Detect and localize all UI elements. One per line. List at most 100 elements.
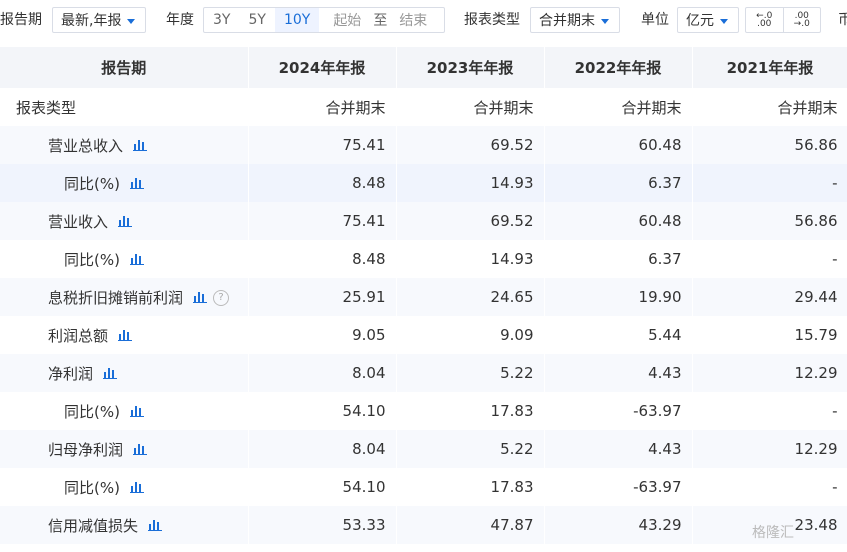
value-cell: 6.37 xyxy=(544,164,693,202)
period-select[interactable]: 最新,年报 xyxy=(52,7,146,33)
decrease-decimal-button[interactable]: ←.0.00 xyxy=(746,8,783,32)
table-row: 同比(%) 8.48 14.93 6.37- xyxy=(0,240,847,278)
increase-decimal-icon-bottom: →.0 xyxy=(793,19,810,29)
row-label-cell: 同比(%) xyxy=(0,164,249,202)
value-cell: 47.87 xyxy=(396,506,545,544)
bar-chart-icon[interactable] xyxy=(129,175,144,193)
value-cell: 19.90 xyxy=(544,278,693,316)
to-label: 至 xyxy=(373,13,388,29)
value-cell: -63.97 xyxy=(544,468,693,506)
range-10y-button[interactable]: 10Y xyxy=(274,8,320,32)
value-cell: 14.93 xyxy=(396,240,545,278)
row-label: 净利润 xyxy=(48,364,94,383)
range-5y-button[interactable]: 5Y xyxy=(239,12,274,28)
value-cell: 8.04 xyxy=(248,354,397,392)
column-header: 2021年年报 xyxy=(692,47,847,88)
value-cell: - xyxy=(692,240,847,278)
bar-chart-icon[interactable] xyxy=(129,479,144,497)
help-icon[interactable]: ? xyxy=(213,290,230,306)
currency-label-edge: 币 xyxy=(838,12,847,28)
value-cell: 75.41 xyxy=(248,126,397,164)
row-label: 息税折旧摊销前利润 xyxy=(48,288,184,307)
value-cell: 43.29 xyxy=(544,506,693,544)
row-label-cell: 同比(%) xyxy=(0,392,249,430)
value-cell: 合并期末 xyxy=(692,88,847,126)
table-row: 同比(%) 8.48 14.93 6.37- xyxy=(0,164,847,202)
value-cell: 6.37 xyxy=(544,240,693,278)
bar-chart-icon[interactable] xyxy=(133,441,148,459)
row-label: 营业收入 xyxy=(48,212,109,231)
row-label-cell: 利润总额 xyxy=(0,316,249,354)
type-label: 报表类型 xyxy=(464,12,520,28)
value-cell: 12.29 xyxy=(692,354,847,392)
value-cell: - xyxy=(692,164,847,202)
row-label-cell: 息税折旧摊销前利润? xyxy=(0,278,249,316)
row-label: 同比(%) xyxy=(64,174,120,193)
bar-chart-icon[interactable] xyxy=(129,251,144,269)
value-cell: 5.44 xyxy=(544,316,693,354)
value-cell: 合并期末 xyxy=(396,88,545,126)
chevron-down-icon xyxy=(720,18,728,24)
period-select-value: 最新,年报 xyxy=(61,13,122,29)
value-cell: 4.43 xyxy=(544,354,693,392)
unit-select-value: 亿元 xyxy=(686,13,714,29)
value-cell: 56.86 xyxy=(692,202,847,240)
table-header-row: 报告期 2024年年报 2023年年报 2022年年报 2021年年报 xyxy=(0,47,847,88)
value-cell: 60.48 xyxy=(544,202,693,240)
table-row: 信用减值损失 53.33 47.87 43.29 23.48 xyxy=(0,506,847,544)
decimal-controls: ←.0.00 .00 →.0 xyxy=(745,7,821,33)
bar-chart-icon[interactable] xyxy=(118,213,133,231)
toolbar: 报告期 最新,年报 年度 3Y 5Y 10Y 起始 至 结束 报表类型 合并期末… xyxy=(0,0,847,40)
value-cell: 53.33 xyxy=(248,506,397,544)
row-label: 同比(%) xyxy=(64,402,120,421)
value-cell: 75.41 xyxy=(248,202,397,240)
row-label: 利润总额 xyxy=(48,326,109,345)
bar-chart-icon[interactable] xyxy=(148,517,163,535)
range-3y-button[interactable]: 3Y xyxy=(204,12,239,28)
bar-chart-icon[interactable] xyxy=(133,137,148,155)
start-year-input[interactable]: 起始 xyxy=(319,10,370,30)
value-cell: 4.43 xyxy=(544,430,693,468)
value-cell: - xyxy=(692,468,847,506)
row-label-cell: 信用减值损失 xyxy=(0,506,249,544)
unit-select[interactable]: 亿元 xyxy=(677,7,739,33)
row-label: 同比(%) xyxy=(64,250,120,269)
table-row: 归母净利润 8.04 5.22 4.43 12.29 xyxy=(0,430,847,468)
row-label-cell: 营业收入 xyxy=(0,202,249,240)
table-row: 利润总额 9.05 9.09 5.44 15.79 xyxy=(0,316,847,354)
value-cell: 60.48 xyxy=(544,126,693,164)
financial-table: 报告期 2024年年报 2023年年报 2022年年报 2021年年报 报表类型… xyxy=(0,47,847,544)
type-select[interactable]: 合并期末 xyxy=(530,7,620,33)
end-year-input[interactable]: 结束 xyxy=(390,10,436,30)
value-cell: 56.86 xyxy=(692,126,847,164)
range-segment: 3Y 5Y 10Y 起始 至 结束 xyxy=(203,7,445,33)
row-label-cell: 营业总收入 xyxy=(0,126,249,164)
bar-chart-icon[interactable] xyxy=(118,327,133,345)
bar-chart-icon[interactable] xyxy=(129,403,144,421)
table-row: 报表类型 合并期末 合并期末 合并期末 合并期末 xyxy=(0,88,847,126)
value-cell: 8.48 xyxy=(248,164,397,202)
row-label: 营业总收入 xyxy=(48,136,124,155)
chevron-down-icon xyxy=(601,18,609,24)
period-label: 报告期 xyxy=(0,12,42,28)
table-row: 营业收入 75.41 69.52 60.48 56.86 xyxy=(0,202,847,240)
watermark-logo: 格隆汇 xyxy=(752,525,794,541)
value-cell: - xyxy=(692,392,847,430)
value-cell: 12.29 xyxy=(692,430,847,468)
value-cell: 54.10 xyxy=(248,392,397,430)
decrease-decimal-icon-bottom: .00 xyxy=(757,19,772,29)
value-cell: 合并期末 xyxy=(544,88,693,126)
unit-label: 单位 xyxy=(641,12,669,28)
value-cell: -63.97 xyxy=(544,392,693,430)
bar-chart-icon[interactable] xyxy=(103,365,118,383)
bar-chart-icon[interactable] xyxy=(193,289,208,307)
column-header: 报告期 xyxy=(0,47,249,88)
value-cell: 17.83 xyxy=(396,392,545,430)
year-label: 年度 xyxy=(166,12,194,28)
row-label-cell: 同比(%) xyxy=(0,468,249,506)
value-cell: 9.05 xyxy=(248,316,397,354)
table-row: 同比(%) 54.10 17.83 -63.97- xyxy=(0,392,847,430)
table-row: 净利润 8.04 5.22 4.43 12.29 xyxy=(0,354,847,392)
increase-decimal-button[interactable]: .00 →.0 xyxy=(782,8,821,32)
value-cell: 29.44 xyxy=(692,278,847,316)
